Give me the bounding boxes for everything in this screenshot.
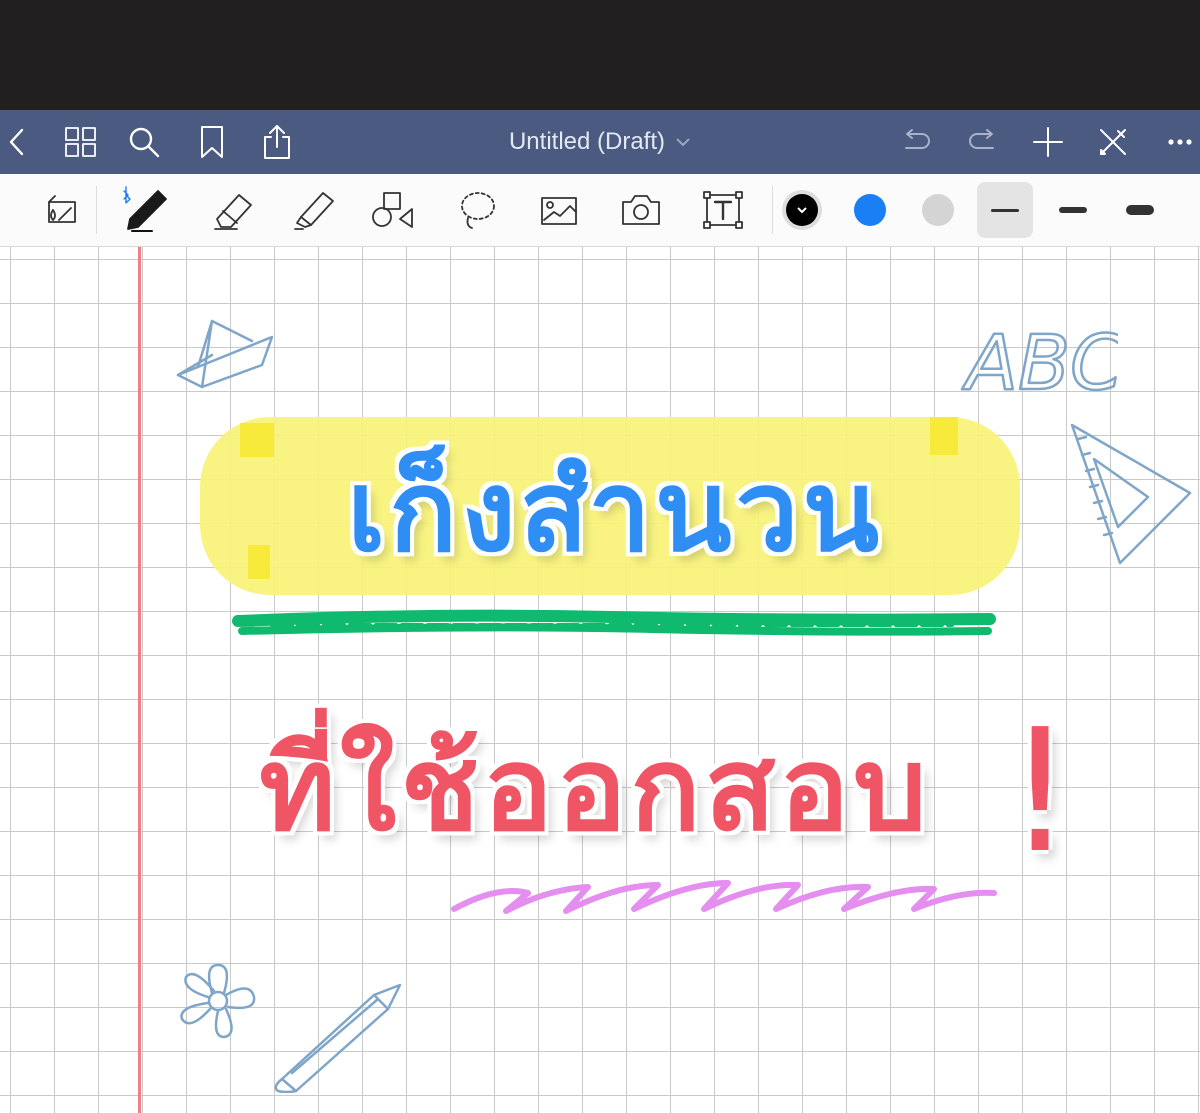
shapes-tool[interactable] bbox=[368, 180, 418, 240]
stroke-width-thin[interactable] bbox=[977, 182, 1033, 238]
thumbnails-icon bbox=[65, 127, 96, 157]
pen-icon bbox=[123, 186, 167, 232]
text-icon bbox=[703, 191, 743, 229]
document-title: Untitled (Draft) bbox=[508, 128, 666, 155]
set-square-doodle bbox=[1066, 419, 1196, 573]
eraser-icon bbox=[214, 194, 252, 230]
medium-stroke-icon bbox=[1059, 207, 1087, 213]
back-icon bbox=[9, 128, 24, 156]
heading-line-1: เก็งสำนวน bbox=[346, 447, 884, 577]
chevron-down-icon bbox=[676, 138, 690, 147]
thin-stroke-icon bbox=[991, 208, 1019, 212]
note-canvas[interactable]: ABC เก็งสำนวน ที่ใช้ออกสอบ ! bbox=[0, 247, 1200, 1113]
paper-boat-doodle bbox=[172, 315, 282, 394]
heading-line-2: ที่ใช้ออกสอบ bbox=[259, 722, 931, 857]
green-brush-underline bbox=[232, 605, 997, 649]
text-tool[interactable] bbox=[698, 180, 748, 240]
share-icon bbox=[264, 125, 290, 159]
read-only-mode-button[interactable] bbox=[36, 180, 86, 240]
abc-doodle-text: ABC bbox=[961, 318, 1118, 407]
camera-icon bbox=[622, 195, 660, 225]
thick-stroke-icon bbox=[1126, 205, 1154, 215]
purple-zigzag bbox=[448, 871, 1003, 925]
undo-button[interactable] bbox=[896, 110, 936, 174]
add-page-icon bbox=[1033, 127, 1063, 157]
exclamation-mark: ! bbox=[1006, 693, 1079, 891]
undo-icon bbox=[905, 129, 930, 149]
stroke-width-thick[interactable] bbox=[1112, 182, 1168, 238]
abc-doodle: ABC bbox=[958, 305, 1125, 419]
camera-tool[interactable] bbox=[616, 180, 666, 240]
eraser-tool[interactable] bbox=[204, 180, 260, 240]
lasso-tool[interactable] bbox=[452, 180, 502, 240]
search-icon bbox=[129, 127, 160, 158]
highlighter-icon bbox=[294, 192, 334, 230]
color-swatch-black[interactable] bbox=[786, 194, 818, 226]
back-button[interactable] bbox=[0, 110, 34, 174]
bookmark-button[interactable] bbox=[192, 110, 232, 174]
document-title-button[interactable]: Untitled (Draft) bbox=[509, 128, 691, 156]
flower-doodle bbox=[176, 959, 260, 1047]
more-button[interactable] bbox=[1160, 110, 1200, 174]
color-swatch-blue[interactable] bbox=[854, 194, 886, 226]
lasso-icon bbox=[461, 192, 495, 229]
more-icon bbox=[1168, 139, 1192, 145]
bookmark-icon bbox=[201, 126, 223, 158]
share-button[interactable] bbox=[255, 110, 299, 174]
highlighter-tool[interactable] bbox=[286, 180, 342, 240]
shapes-icon bbox=[372, 192, 413, 228]
pen-tool[interactable] bbox=[116, 180, 176, 240]
color-swatch-gray[interactable] bbox=[922, 194, 954, 226]
pencil-doodle bbox=[266, 979, 406, 1097]
close-edit-icon bbox=[1100, 129, 1126, 155]
image-tool[interactable] bbox=[534, 180, 584, 240]
thumbnails-button[interactable] bbox=[60, 110, 102, 174]
stroke-width-medium[interactable] bbox=[1045, 182, 1101, 238]
redo-button[interactable] bbox=[963, 110, 1003, 174]
search-button[interactable] bbox=[124, 110, 164, 174]
chevron-down-icon bbox=[797, 207, 807, 214]
margin-line bbox=[138, 247, 141, 1113]
image-icon bbox=[541, 197, 577, 225]
redo-icon bbox=[969, 129, 994, 149]
read-only-icon bbox=[48, 195, 76, 223]
status-bar bbox=[0, 0, 1200, 110]
close-edit-button[interactable] bbox=[1093, 110, 1133, 174]
add-page-button[interactable] bbox=[1028, 110, 1068, 174]
